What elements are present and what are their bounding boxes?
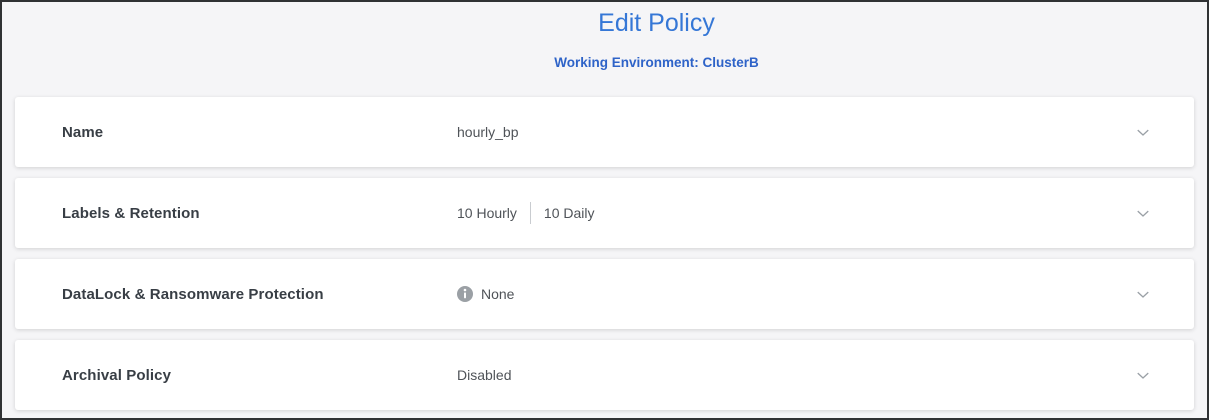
retention-daily-value: 10 Daily xyxy=(544,205,595,221)
section-datalock-label: DataLock & Ransomware Protection xyxy=(62,286,457,303)
section-datalock-value: None xyxy=(457,286,514,302)
page-title: Edit Policy xyxy=(54,9,1209,38)
chevron-down-icon[interactable] xyxy=(1134,123,1152,141)
retention-divider xyxy=(530,202,531,224)
section-name-label: Name xyxy=(62,124,457,141)
section-name[interactable]: Name hourly_bp xyxy=(15,97,1194,167)
retention-hourly-value: 10 Hourly xyxy=(457,205,517,221)
chevron-down-icon[interactable] xyxy=(1134,366,1152,384)
chevron-down-icon[interactable] xyxy=(1134,285,1152,303)
section-archival[interactable]: Archival Policy Disabled xyxy=(15,340,1194,410)
section-labels-retention-label: Labels & Retention xyxy=(62,205,457,222)
section-archival-label: Archival Policy xyxy=(62,367,457,384)
dialog-header: Edit Policy Working Environment: Cluster… xyxy=(54,2,1209,70)
info-icon xyxy=(457,286,473,302)
section-archival-value: Disabled xyxy=(457,367,511,383)
section-datalock[interactable]: DataLock & Ransomware Protection None xyxy=(15,259,1194,329)
datalock-value-text: None xyxy=(481,286,514,302)
working-environment-subtitle: Working Environment: ClusterB xyxy=(54,55,1209,70)
policy-sections: Name hourly_bp Labels & Retention 10 Hou… xyxy=(15,97,1194,410)
chevron-down-icon[interactable] xyxy=(1134,204,1152,222)
section-name-value: hourly_bp xyxy=(457,124,519,140)
edit-policy-dialog: Edit Policy Working Environment: Cluster… xyxy=(0,0,1209,420)
section-labels-retention-value: 10 Hourly 10 Daily xyxy=(457,202,595,224)
section-labels-retention[interactable]: Labels & Retention 10 Hourly 10 Daily xyxy=(15,178,1194,248)
